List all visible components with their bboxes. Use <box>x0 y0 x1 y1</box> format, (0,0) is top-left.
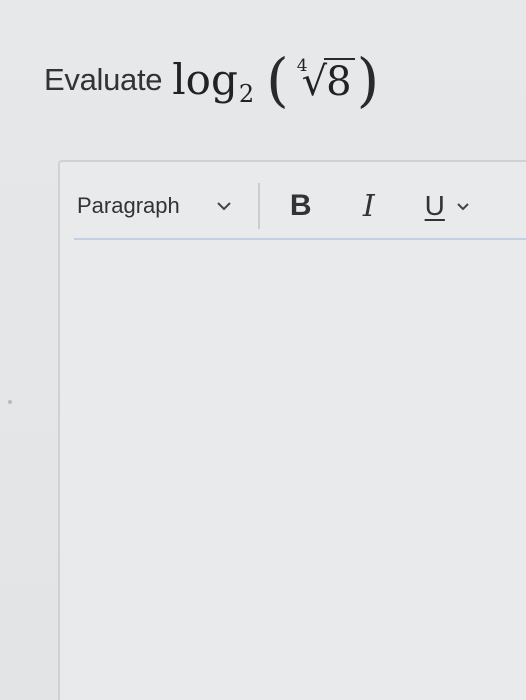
chevron-down-icon <box>217 202 231 211</box>
question-prefix: Evaluate <box>44 62 163 97</box>
root-index: 4 <box>296 56 308 76</box>
editor-toolbar: Paragraph B I U <box>74 174 526 240</box>
italic-button[interactable]: I <box>354 186 384 226</box>
editor-text-area[interactable] <box>74 248 526 700</box>
screen-smudge <box>8 400 12 404</box>
log-function: log <box>172 55 238 104</box>
underline-button[interactable]: U <box>422 186 448 226</box>
toolbar-divider <box>257 183 260 229</box>
chevron-down-icon[interactable] <box>456 202 470 211</box>
paragraph-format-select[interactable]: Paragraph <box>74 186 232 226</box>
math-expression: log 2 ( 4 √ 8 ) <box>172 51 379 109</box>
bold-button[interactable]: B <box>286 186 316 226</box>
answer-editor: Paragraph B I U <box>58 160 526 700</box>
close-paren: ) <box>356 46 380 114</box>
open-paren: ( <box>266 46 289 114</box>
radical: 4 √ 8 <box>291 56 355 102</box>
log-base: 2 <box>238 80 255 108</box>
radicand: 8 <box>324 58 355 102</box>
question-prompt: Evaluate log 2 ( 4 √ 8 ) <box>44 44 379 116</box>
paragraph-format-label: Paragraph <box>77 193 180 218</box>
